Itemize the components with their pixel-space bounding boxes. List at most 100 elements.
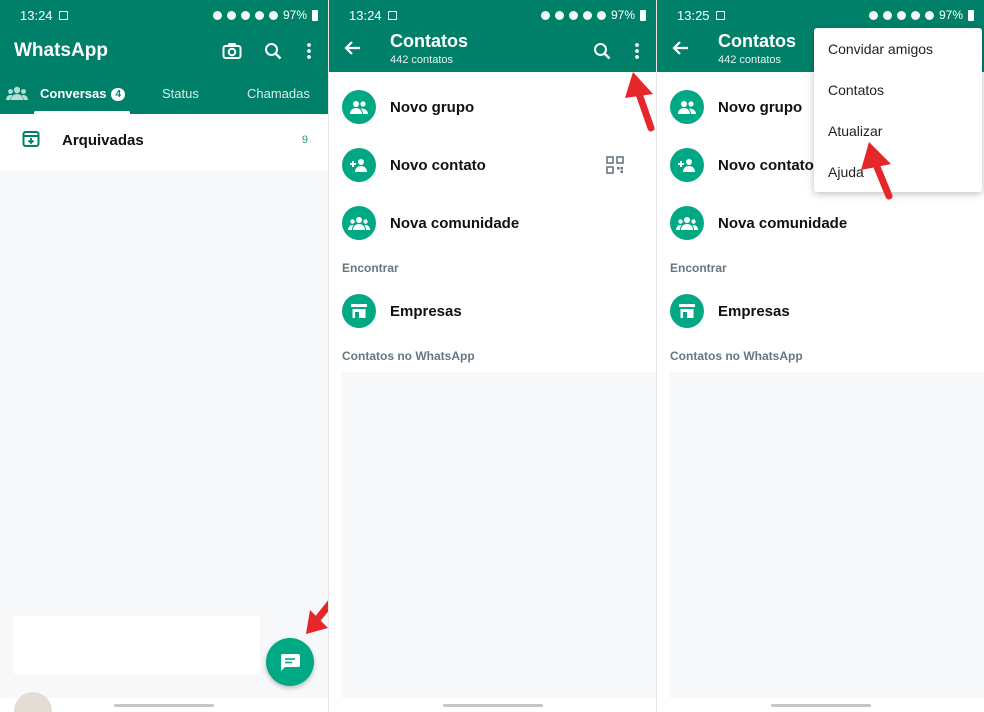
new-contact-row[interactable]: Novo contato <box>329 141 656 189</box>
more-options-icon[interactable] <box>296 38 322 64</box>
tab-bar: Conversas 4 Status Chamadas <box>0 72 328 114</box>
battery-icon <box>640 9 646 21</box>
new-contact-label: Novo contato <box>718 156 814 174</box>
message-icon <box>280 654 300 671</box>
annotation-arrow-icon <box>861 142 893 200</box>
wifi-icon <box>254 10 264 20</box>
annotation-arrow-icon <box>306 600 328 634</box>
new-chat-button[interactable] <box>266 638 314 686</box>
battery-percent: 97% <box>610 8 635 22</box>
menu-item-refresh[interactable]: Atualizar <box>828 123 882 139</box>
wifi-icon <box>910 10 920 20</box>
new-community-label: Nova comunidade <box>718 214 848 232</box>
store-icon <box>670 294 704 328</box>
status-bar: 13:24 97% <box>0 0 328 30</box>
image-notification-icon <box>387 10 397 20</box>
contact-list-placeholder <box>342 372 656 698</box>
new-group-label: Novo grupo <box>718 98 803 116</box>
contacts-count: 442 contatos <box>718 54 781 66</box>
header: 13:24 97% WhatsApp Conversas 4 Status Ch… <box>0 0 328 114</box>
qr-code-icon[interactable] <box>606 156 624 179</box>
gesture-bar[interactable] <box>114 704 214 707</box>
group-icon <box>342 90 376 124</box>
tab-status[interactable]: Status <box>162 86 199 101</box>
group-icon <box>670 90 704 124</box>
back-arrow-icon[interactable] <box>671 39 689 62</box>
contacts-screen: 13:24 97% Contatos 442 contatos Novo gru… <box>329 0 656 712</box>
bluetooth-icon <box>882 10 892 20</box>
contacts-menu-screen: 13:25 97% Contatos 442 contatos Novo gru… <box>657 0 984 712</box>
unread-badge: 4 <box>111 88 126 101</box>
image-notification-icon <box>58 10 68 20</box>
status-bar: 13:24 97% <box>329 0 656 30</box>
alarm-icon <box>868 10 878 20</box>
mute-icon <box>240 10 250 20</box>
communities-icon[interactable] <box>6 85 28 104</box>
screen-title: Contatos <box>390 31 468 51</box>
new-community-label: Nova comunidade <box>390 214 520 232</box>
new-group-row[interactable]: Novo grupo <box>329 83 656 131</box>
search-icon[interactable] <box>260 38 286 64</box>
status-time: 13:24 <box>349 7 382 23</box>
mute-icon <box>896 10 906 20</box>
battery-percent: 97% <box>938 8 963 22</box>
battery-icon <box>312 9 318 21</box>
alarm-icon <box>540 10 550 20</box>
new-contact-label: Novo contato <box>390 156 486 174</box>
signal-icon <box>268 10 278 20</box>
battery-percent: 97% <box>282 8 307 22</box>
businesses-row[interactable]: Empresas <box>657 287 984 335</box>
search-icon[interactable] <box>589 38 615 64</box>
contacts-count: 442 contatos <box>390 54 453 66</box>
app-bar: WhatsApp <box>0 30 328 72</box>
annotation-arrow-icon <box>625 72 655 132</box>
status-bar: 13:25 97% <box>657 0 984 30</box>
section-find: Encontrar <box>342 261 399 275</box>
gesture-bar[interactable] <box>770 704 871 707</box>
menu-item-invite-friends[interactable]: Convidar amigos <box>828 41 933 57</box>
section-contacts-on-whatsapp: Contatos no WhatsApp <box>342 349 475 363</box>
contact-list-placeholder <box>670 372 984 698</box>
back-arrow-icon[interactable] <box>343 39 361 62</box>
status-time: 13:24 <box>20 7 53 23</box>
wifi-icon <box>582 10 592 20</box>
tab-calls[interactable]: Chamadas <box>247 86 310 101</box>
section-find: Encontrar <box>670 261 727 275</box>
archive-icon <box>22 130 40 153</box>
mute-icon <box>568 10 578 20</box>
menu-item-contacts[interactable]: Contatos <box>828 82 884 98</box>
businesses-label: Empresas <box>390 302 462 320</box>
archived-row[interactable]: Arquivadas 9 <box>0 116 328 164</box>
signal-icon <box>596 10 606 20</box>
status-time: 13:25 <box>677 7 710 23</box>
camera-icon[interactable] <box>219 38 245 64</box>
gesture-bar[interactable] <box>442 704 543 707</box>
signal-icon <box>924 10 934 20</box>
tab-chats[interactable]: Conversas 4 <box>40 86 126 101</box>
redacted-chat-preview <box>14 616 260 674</box>
active-tab-indicator <box>34 111 130 114</box>
header: 13:24 97% Contatos 442 contatos <box>329 0 656 72</box>
businesses-label: Empresas <box>718 302 790 320</box>
new-community-row[interactable]: Nova comunidade <box>329 199 656 247</box>
chats-screen: 13:24 97% WhatsApp Conversas 4 Status Ch… <box>0 0 328 712</box>
screen-title: Contatos <box>718 31 796 51</box>
more-options-icon[interactable] <box>624 38 650 64</box>
bluetooth-icon <box>226 10 236 20</box>
app-bar: Contatos 442 contatos <box>329 30 656 72</box>
image-notification-icon <box>715 10 725 20</box>
add-person-icon <box>342 148 376 182</box>
archived-count: 9 <box>301 134 308 146</box>
new-group-label: Novo grupo <box>390 98 475 116</box>
community-icon <box>342 206 376 240</box>
app-title: WhatsApp <box>14 40 108 61</box>
store-icon <box>342 294 376 328</box>
new-community-row[interactable]: Nova comunidade <box>657 199 984 247</box>
add-person-icon <box>670 148 704 182</box>
businesses-row[interactable]: Empresas <box>329 287 656 335</box>
section-contacts-on-whatsapp: Contatos no WhatsApp <box>670 349 803 363</box>
community-icon <box>670 206 704 240</box>
bluetooth-icon <box>554 10 564 20</box>
tab-chats-label: Conversas <box>40 86 107 101</box>
alarm-icon <box>212 10 222 20</box>
